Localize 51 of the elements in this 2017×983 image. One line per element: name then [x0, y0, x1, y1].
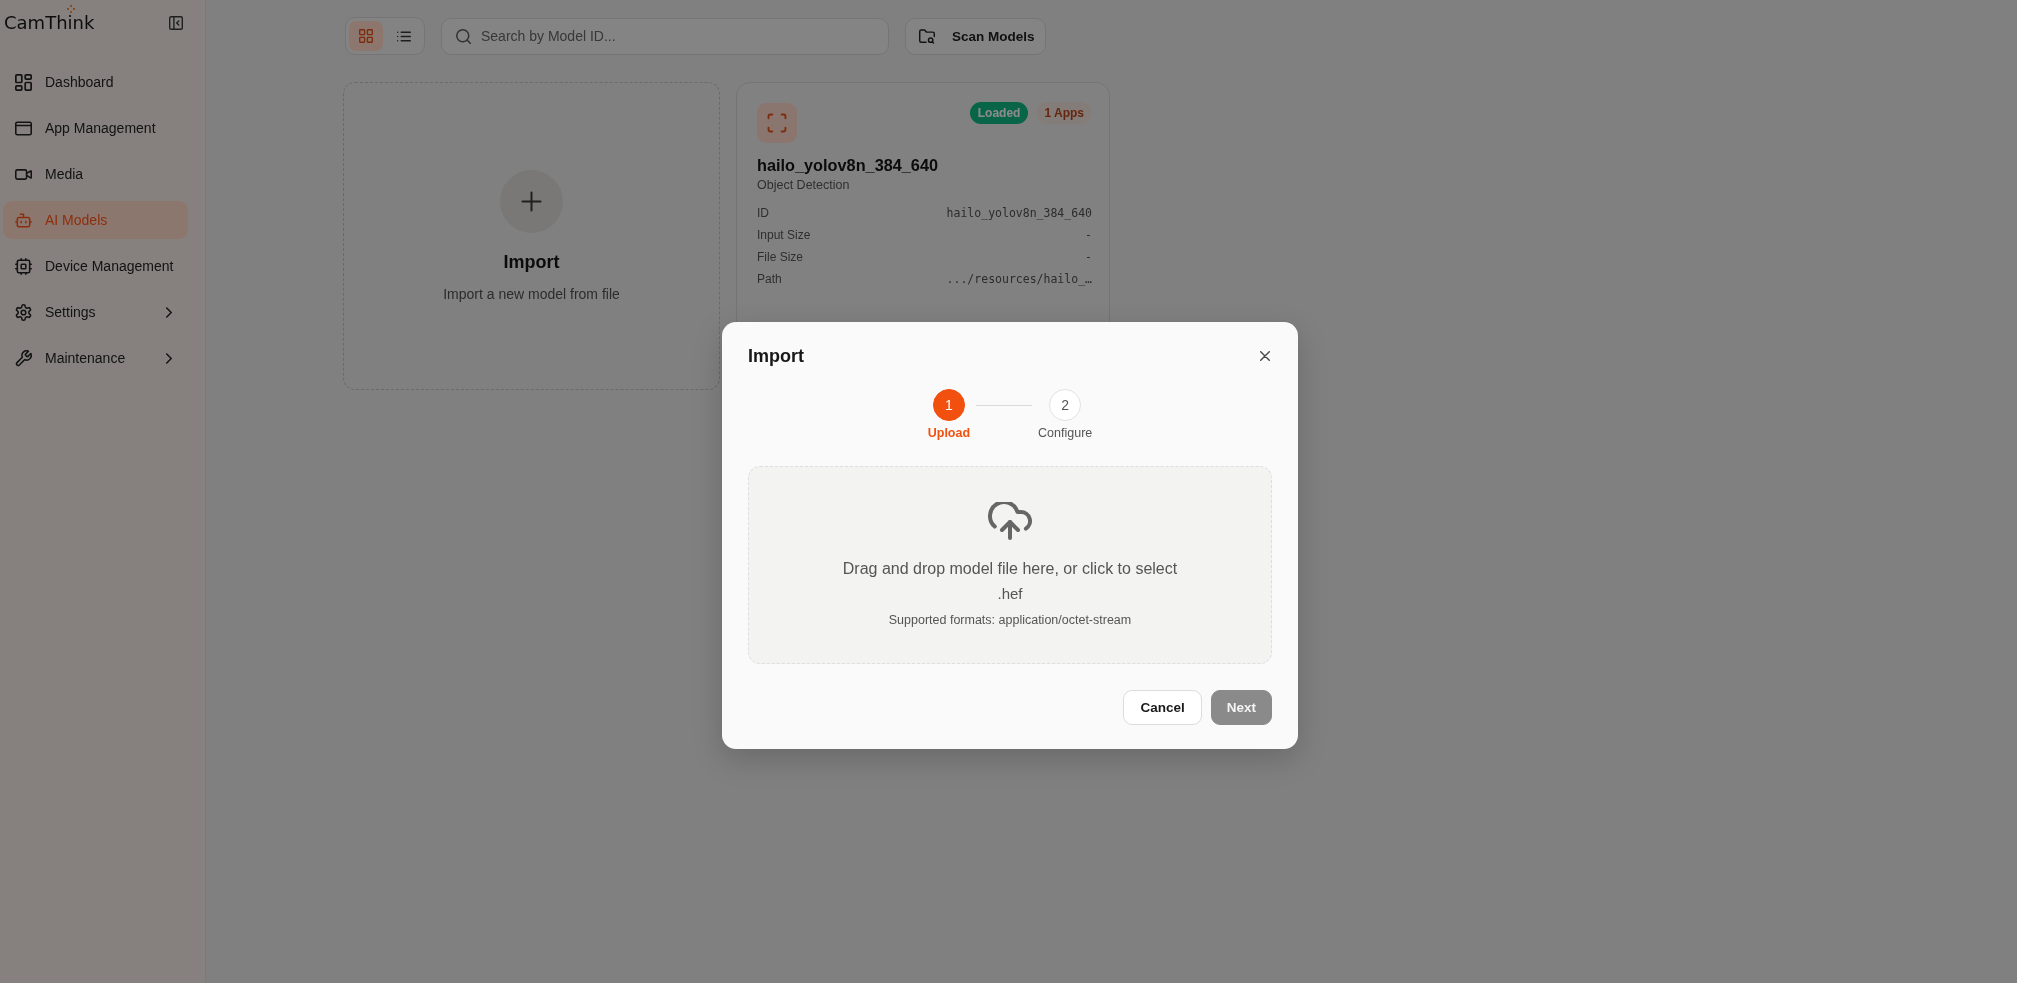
- step-label: Configure: [1038, 425, 1093, 441]
- apps-badge: 1 Apps: [1036, 102, 1092, 124]
- supported-formats: Supported formats: application/octet-stream: [888, 612, 1132, 628]
- file-extension: .hef: [997, 585, 1023, 603]
- import-description: Import a new model from file: [443, 284, 620, 303]
- wrench-icon: [15, 349, 32, 367]
- close-icon: [1260, 351, 1270, 361]
- model-name: hailo_yolov8n_384_640: [757, 155, 939, 176]
- settings-icon: [15, 303, 32, 321]
- nav-item[interactable]: Media: [3, 155, 188, 193]
- grid-icon: [359, 29, 373, 43]
- step-indicator: 1: [932, 389, 965, 421]
- detail-label: Input Size: [757, 227, 811, 243]
- dropzone-prompt: Drag and drop model file here, or click to select: [842, 559, 1178, 579]
- detail-value: -: [1085, 227, 1092, 243]
- cancel-button[interactable]: Cancel: [1123, 690, 1202, 725]
- cloud-upload-icon: [988, 502, 1032, 540]
- search-field[interactable]: Search by Model ID...: [441, 17, 889, 55]
- dialog-title: Import: [748, 345, 804, 368]
- sparkle-icon: [67, 5, 75, 13]
- scan-icon: [757, 103, 797, 143]
- robot-icon: [15, 211, 32, 229]
- detail-label: File Size: [757, 249, 803, 265]
- status-badge: Loaded: [969, 102, 1029, 124]
- detail-label: Path: [757, 271, 782, 287]
- dashboard-icon: [15, 73, 32, 91]
- logo: CamThink: [4, 14, 95, 32]
- plus-icon: [500, 169, 563, 233]
- list-icon: [397, 30, 411, 42]
- detail-value: hailo_yolov8n_384_640: [946, 205, 1092, 221]
- import-title: Import: [503, 250, 560, 273]
- dropzone[interactable]: Drag and drop model file here, or click to select .hef Supported formats: application/octet-stream: [748, 466, 1272, 664]
- step-indicator: 2: [1049, 389, 1082, 421]
- nav-item[interactable]: Settings: [3, 293, 188, 331]
- search-icon: [456, 28, 471, 44]
- step-label: Upload: [927, 425, 971, 441]
- detail-label: ID: [757, 205, 769, 221]
- window-icon: [15, 119, 32, 137]
- nav-item[interactable]: App Management: [3, 109, 188, 147]
- detail-value: -: [1085, 249, 1092, 265]
- nav-item[interactable]: Maintenance: [3, 339, 188, 377]
- grid-view-button[interactable]: [349, 21, 383, 51]
- scan-models-button[interactable]: Scan Models: [905, 17, 1046, 55]
- model-type: Object Detection: [757, 177, 851, 194]
- import-card[interactable]: Import Import a new model from file: [343, 82, 720, 390]
- detail-value: .../resources/hailo_…: [946, 271, 1092, 287]
- chip-icon: [15, 257, 32, 275]
- nav-item[interactable]: Device Management: [3, 247, 188, 285]
- nav-item[interactable]: Dashboard: [3, 63, 188, 101]
- folder-search-icon: [919, 28, 935, 44]
- collapse-sidebar-icon[interactable]: [169, 16, 183, 30]
